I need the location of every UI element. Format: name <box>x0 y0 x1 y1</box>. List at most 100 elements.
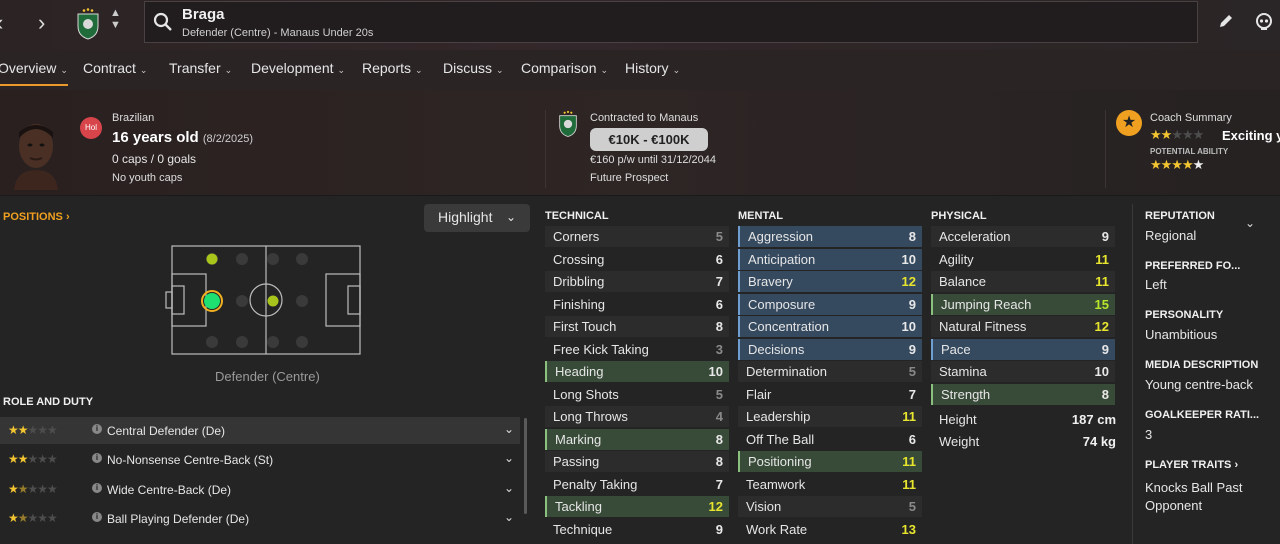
wage-info: €160 p/w until 31/12/2044 <box>590 154 716 166</box>
chevron-down-icon[interactable]: ⌄ <box>504 422 514 436</box>
chevron-down-icon[interactable]: ⌄ <box>504 451 514 465</box>
attribute-row[interactable]: Teamwork 11 <box>738 474 922 495</box>
attribute-row[interactable]: Technique 9 <box>545 519 729 540</box>
forward-arrow-icon[interactable]: › <box>38 10 45 36</box>
attribute-name: Long Throws <box>553 409 628 424</box>
chevron-down-icon[interactable]: ⌄ <box>504 481 514 495</box>
info-icon[interactable]: i <box>92 424 102 434</box>
attribute-row[interactable]: Bravery 12 <box>738 271 922 292</box>
role-name: Wide Centre-Back (De) <box>107 483 232 497</box>
attribute-row[interactable]: Dribbling 7 <box>545 271 729 292</box>
attribute-row[interactable]: Jumping Reach 15 <box>931 293 1115 315</box>
chevron-down-icon: ⌄ <box>496 65 504 75</box>
edit-pencil-icon[interactable] <box>1216 12 1236 32</box>
tab-reports[interactable]: Reports ⌄ <box>362 60 423 76</box>
role-row[interactable]: ★★★★★ i Central Defender (De) ⌄ <box>0 417 520 444</box>
attribute-value: 6 <box>715 251 723 267</box>
highlight-dropdown[interactable]: Highlight ⌄ <box>424 204 530 232</box>
back-arrow-icon[interactable]: ‹ <box>0 10 3 36</box>
transfer-value-badge[interactable]: €10K - €100K <box>590 128 708 151</box>
attribute-row[interactable]: Penalty Taking 7 <box>545 474 729 495</box>
attribute-row[interactable]: Aggression 8 <box>738 226 922 247</box>
roles-scrollbar[interactable] <box>524 418 527 514</box>
attribute-row[interactable]: Natural Fitness 12 <box>931 316 1115 337</box>
attribute-name: Stamina <box>939 364 987 379</box>
attribute-row[interactable]: Marking 8 <box>545 428 729 450</box>
attribute-name: Teamwork <box>746 476 806 492</box>
settings-skull-icon[interactable] <box>1254 12 1274 32</box>
current-ability-stars: ★★★★★ <box>1150 127 1204 142</box>
attribute-row[interactable]: Anticipation 10 <box>738 248 922 270</box>
tab-discuss[interactable]: Discuss ⌄ <box>443 60 504 76</box>
attribute-row[interactable]: Balance 11 <box>931 271 1115 292</box>
physical-title: PHYSICAL <box>931 210 987 222</box>
attribute-row[interactable]: Tackling 12 <box>545 496 729 517</box>
role-row[interactable]: ★★★★★ i No-Nonsense Centre-Back (St) ⌄ <box>0 446 520 473</box>
attribute-row[interactable]: Finishing 6 <box>545 294 729 315</box>
attribute-value: 8 <box>1101 386 1109 402</box>
chevron-down-icon[interactable]: ⌄ <box>1245 216 1255 230</box>
role-row[interactable]: ★★★★★ i Ball Playing Defender (De) ⌄ <box>0 505 520 532</box>
attribute-value: 10 <box>901 251 916 267</box>
attribute-name: Natural Fitness <box>939 319 1027 334</box>
tab-contract[interactable]: Contract ⌄ <box>83 60 147 76</box>
attribute-row[interactable]: Free Kick Taking 3 <box>545 339 729 360</box>
tab-label: Contract <box>83 60 136 76</box>
attribute-row[interactable]: Work Rate 13 <box>738 519 922 540</box>
player-search-box[interactable]: Braga Defender (Centre) - Manaus Under 2… <box>144 1 1198 43</box>
potential-ability-stars: ★★★★★ <box>1150 157 1204 172</box>
reputation-label: REPUTATION <box>1145 210 1215 222</box>
role-row[interactable]: ★★★★★ i Wide Centre-Back (De) ⌄ <box>0 476 520 503</box>
attribute-value: 10 <box>901 319 916 334</box>
attribute-row[interactable]: Stamina 10 <box>931 361 1115 382</box>
info-sidebar: REPUTATION ⌄ Regional PREFERRED FO... Le… <box>1132 204 1280 544</box>
attribute-row[interactable]: Off The Ball 6 <box>738 429 922 450</box>
info-icon[interactable]: i <box>92 512 102 522</box>
positions-link[interactable]: POSITIONS › <box>3 211 70 223</box>
highlight-label: Highlight <box>438 209 493 225</box>
attribute-row[interactable]: Positioning 11 <box>738 451 922 472</box>
attribute-row[interactable]: Pace 9 <box>931 338 1115 360</box>
attribute-row[interactable]: Heading 10 <box>545 361 729 382</box>
attribute-row[interactable]: Crossing 6 <box>545 249 729 270</box>
player-switch-arrows-icon[interactable]: ▲ ▼ <box>110 7 121 31</box>
attribute-name: Tackling <box>555 499 602 514</box>
attribute-row[interactable]: Leadership 11 <box>738 406 922 427</box>
tab-overview[interactable]: Overview ⌄ <box>0 60 68 86</box>
attribute-row[interactable]: Concentration 10 <box>738 316 922 337</box>
attribute-value: 13 <box>901 521 916 537</box>
attribute-row[interactable]: Strength 8 <box>931 383 1115 405</box>
tab-comparison[interactable]: Comparison ⌄ <box>521 60 608 76</box>
attribute-row[interactable]: Acceleration 9 <box>931 226 1115 247</box>
info-icon[interactable]: i <box>92 483 102 493</box>
attribute-row[interactable]: First Touch 8 <box>545 316 729 337</box>
attribute-name: First Touch <box>553 319 617 334</box>
attribute-value: 8 <box>715 431 723 447</box>
tab-development[interactable]: Development ⌄ <box>251 60 345 76</box>
attribute-row[interactable]: Vision 5 <box>738 496 922 517</box>
player-age: 16 years old (8/2/2025) <box>112 129 253 146</box>
tab-history[interactable]: History ⌄ <box>625 60 680 76</box>
attribute-row[interactable]: Passing 8 <box>545 451 729 472</box>
attribute-row[interactable]: Determination 5 <box>738 361 922 382</box>
player-subtitle: Defender (Centre) - Manaus Under 20s <box>182 27 374 39</box>
attribute-row[interactable]: Composure 9 <box>738 293 922 315</box>
tab-transfer[interactable]: Transfer ⌄ <box>169 60 232 76</box>
chevron-down-icon: ⌄ <box>337 65 346 75</box>
chevron-right-icon: › <box>1234 459 1239 471</box>
preferred-foot-label: PREFERRED FO... <box>1145 260 1241 272</box>
attribute-row[interactable]: Corners 5 <box>545 226 729 247</box>
attribute-value: 11 <box>902 454 916 469</box>
attribute-name: Marking <box>555 431 602 447</box>
attribute-row[interactable]: Decisions 9 <box>738 338 922 360</box>
attribute-row[interactable]: Agility 11 <box>931 249 1115 270</box>
attribute-row[interactable]: Long Throws 4 <box>545 406 729 427</box>
attribute-name: Positioning <box>748 454 812 469</box>
attribute-row[interactable]: Long Shots 5 <box>545 384 729 405</box>
attribute-value: 5 <box>715 386 723 402</box>
player-traits-link[interactable]: PLAYER TRAITS › <box>1145 459 1238 471</box>
info-icon[interactable]: i <box>92 453 102 463</box>
chevron-down-icon[interactable]: ⌄ <box>504 510 514 524</box>
attribute-row[interactable]: Flair 7 <box>738 384 922 405</box>
caps-goals: 0 caps / 0 goals <box>112 152 197 166</box>
